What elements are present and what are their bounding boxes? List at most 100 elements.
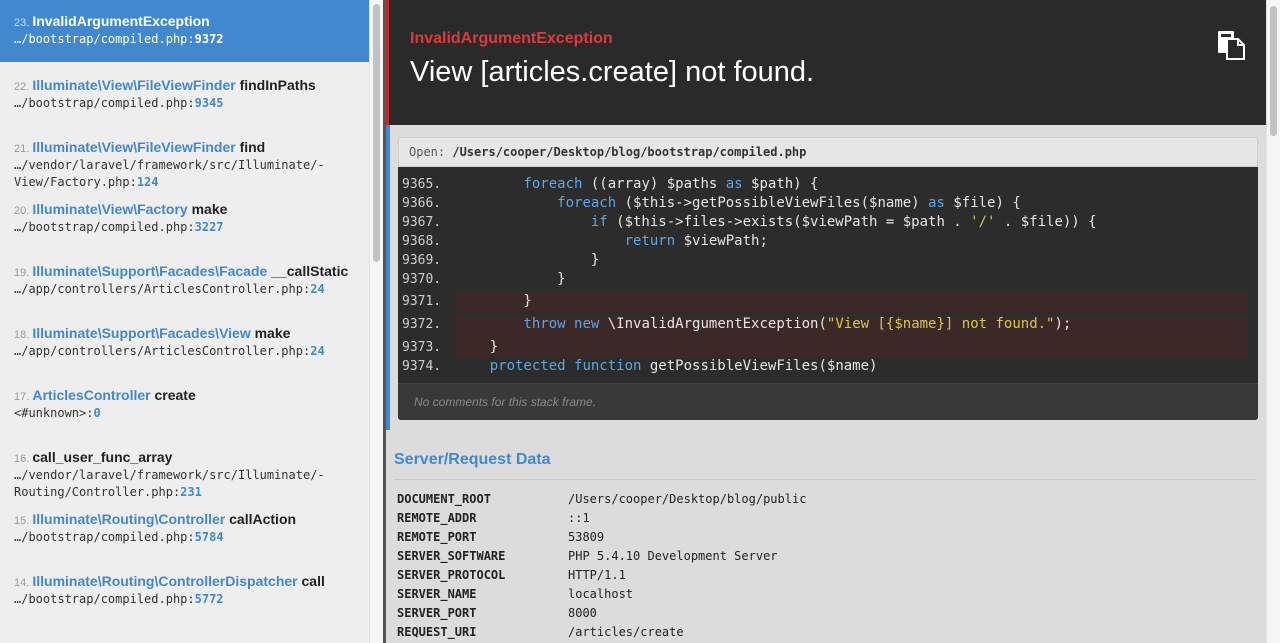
frame-line-number: 3227 xyxy=(194,220,224,234)
code-line: 9373. } xyxy=(402,338,1248,357)
server-request-data: Server/Request Data DOCUMENT_ROOT/Users/… xyxy=(394,445,1256,642)
code-token: ($this->getPossibleViewFiles($name) xyxy=(616,195,929,211)
code-token: ((array) $paths xyxy=(582,176,726,192)
code-token: as xyxy=(928,195,945,211)
frame-function: findInPaths xyxy=(235,77,316,93)
frame-title: 16. call_user_func_array xyxy=(14,449,355,467)
exception-class: InvalidArgumentException xyxy=(410,30,613,47)
code-line-number: 9374. xyxy=(402,359,442,374)
frame-number: 14. xyxy=(14,577,33,589)
frame-file: …/bootstrap/compiled.php:5772 xyxy=(14,591,355,608)
frame-number: 15. xyxy=(14,515,33,527)
frame-comments: No comments for this stack frame. xyxy=(398,383,1258,420)
code-token: foreach xyxy=(557,195,617,211)
code-frame-area: Open: /Users/cooper/Desktop/blog/bootstr… xyxy=(386,125,1266,430)
code-token: $file) { xyxy=(944,195,1021,211)
code-line-source: protected function getPossibleViewFiles(… xyxy=(456,357,878,376)
code-line-source: } xyxy=(456,251,599,270)
clipboard-icon xyxy=(1218,31,1245,60)
frame-number: 16. xyxy=(14,453,33,465)
server-data-key: REQUEST_URI xyxy=(397,625,477,639)
frame-function: call xyxy=(297,573,325,589)
frame-number: 19. xyxy=(14,267,33,279)
frame-title: 14. Illuminate\Routing\ControllerDispatc… xyxy=(14,573,355,591)
frame-line-number: 24 xyxy=(310,282,325,296)
server-data-row: REMOTE_PORT 53809 xyxy=(394,528,1256,547)
server-data-row: REQUEST_URI/articles/create xyxy=(394,623,1256,642)
code-line-number: 9368. xyxy=(402,234,442,249)
frame-file-path: …/bootstrap/compiled.php: xyxy=(14,592,195,606)
stack-frame[interactable]: 17. ArticlesController create <#unknown>:… xyxy=(0,372,369,434)
server-data-value: HTTP/1.1 xyxy=(568,568,626,582)
main-scrollbar[interactable] xyxy=(1266,0,1280,643)
main-content: Open: /Users/cooper/Desktop/blog/bootstr… xyxy=(386,125,1266,643)
server-data-row: SERVER_PORT 8000 xyxy=(394,604,1256,623)
open-file-path[interactable]: /Users/cooper/Desktop/blog/bootstrap/com… xyxy=(452,145,806,159)
frame-file-path: …/bootstrap/compiled.php: xyxy=(14,32,195,46)
stack-panel-scroll-thumb[interactable] xyxy=(373,4,380,262)
server-data-key: REMOTE_ADDR xyxy=(397,511,477,525)
stack-frame[interactable]: 18. Illuminate\Support\Facades\View make… xyxy=(0,310,369,372)
server-data-key: SERVER_PROTOCOL xyxy=(397,568,506,582)
code-token: '/' xyxy=(970,214,996,230)
code-token: throw xyxy=(523,316,566,332)
frame-class: Illuminate\View\FileViewFinder xyxy=(32,139,236,155)
stack-frame[interactable]: 22. Illuminate\View\FileViewFinder findI… xyxy=(0,62,369,124)
stack-panel-scrollbar[interactable] xyxy=(369,0,383,643)
stack-frame[interactable]: 20. Illuminate\View\Factory make …/bootst… xyxy=(0,186,369,248)
code-line-source: } xyxy=(456,338,498,357)
server-data-row: SERVER_SOFTWARE PHP 5.4.10 Development Se… xyxy=(394,547,1256,566)
frame-title: 18. Illuminate\Support\Facades\View make xyxy=(14,325,355,343)
open-file-bar[interactable]: Open: /Users/cooper/Desktop/blog/bootstr… xyxy=(398,137,1258,167)
frame-file-path: …/bootstrap/compiled.php: xyxy=(14,220,195,234)
stack-frame[interactable]: 19. Illuminate\Support\Facades\Facade __… xyxy=(0,248,369,310)
frame-file: …/bootstrap/compiled.php:5784 xyxy=(14,529,355,546)
frame-number: 18. xyxy=(14,329,33,341)
exception-message: View [articles.create] not found. xyxy=(410,56,815,88)
code-line: 9369. } xyxy=(398,251,1258,270)
frame-title: 17. ArticlesController create xyxy=(14,387,355,405)
code-line: 9372. throw new \InvalidArgumentExceptio… xyxy=(402,315,1248,338)
code-line-number: 9372. xyxy=(402,317,442,332)
code-token: "View [{$name}] not found." xyxy=(826,316,1055,332)
code-line-number: 9369. xyxy=(402,253,442,268)
code-token: if xyxy=(590,214,608,230)
frame-line-number: 0 xyxy=(93,406,101,420)
stack-frame[interactable]: 15. Illuminate\Routing\Controller callAc… xyxy=(0,496,369,558)
frame-class: Illuminate\View\Factory xyxy=(32,201,188,217)
code-token: } xyxy=(456,339,499,355)
frame-line-number: 5772 xyxy=(194,592,224,606)
stack-frame[interactable]: 23. InvalidArgumentException …/bootstrap/… xyxy=(0,0,369,62)
code-token: getPossibleViewFiles($name) xyxy=(641,358,878,374)
frame-number: 20. xyxy=(14,205,33,217)
server-data-key: SERVER_NAME xyxy=(397,587,477,601)
code-line-source: return $viewPath; xyxy=(456,232,768,251)
frame-title: 22. Illuminate\View\FileViewFinder findI… xyxy=(14,77,355,95)
code-lines: 9365. foreach ((array) $paths as $path) … xyxy=(398,167,1258,383)
frame-file: …/app/controllers/ArticlesController.php… xyxy=(14,281,355,298)
code-line-source: throw new \InvalidArgumentException("Vie… xyxy=(456,315,1071,334)
code-line-number: 9367. xyxy=(402,215,442,230)
code-token: ($this->files->exists($viewPath = $path … xyxy=(607,214,971,230)
stack-frame[interactable]: 14. Illuminate\Routing\ControllerDispatc… xyxy=(0,558,369,620)
frame-line-number: 9372 xyxy=(194,32,224,46)
frame-number: 17. xyxy=(14,391,33,403)
server-data-title: Server/Request Data xyxy=(394,445,1256,480)
server-data-row: SERVER_PROTOCOL HTTP/1.1 xyxy=(394,566,1256,585)
server-data-value: /articles/create xyxy=(568,625,684,639)
code-token: function xyxy=(574,358,642,374)
frame-file: …/bootstrap/compiled.php:9345 xyxy=(14,95,355,112)
main-scroll-thumb[interactable] xyxy=(1270,6,1277,136)
code-token: return xyxy=(624,233,676,249)
server-data-key: SERVER_SOFTWARE xyxy=(397,549,506,563)
code-line: 9367. if ($this->files->exists($viewPath… xyxy=(398,213,1258,232)
copy-exception-button[interactable] xyxy=(1216,30,1246,60)
frame-class: Illuminate\Routing\Controller xyxy=(32,511,226,527)
frame-file: …/bootstrap/compiled.php:3227 xyxy=(14,219,355,236)
frame-file-path: …/vendor/laravel/framework/src/Illuminat… xyxy=(14,468,325,499)
frame-class: InvalidArgumentException xyxy=(32,13,210,29)
code-line-number: 9366. xyxy=(402,196,442,211)
